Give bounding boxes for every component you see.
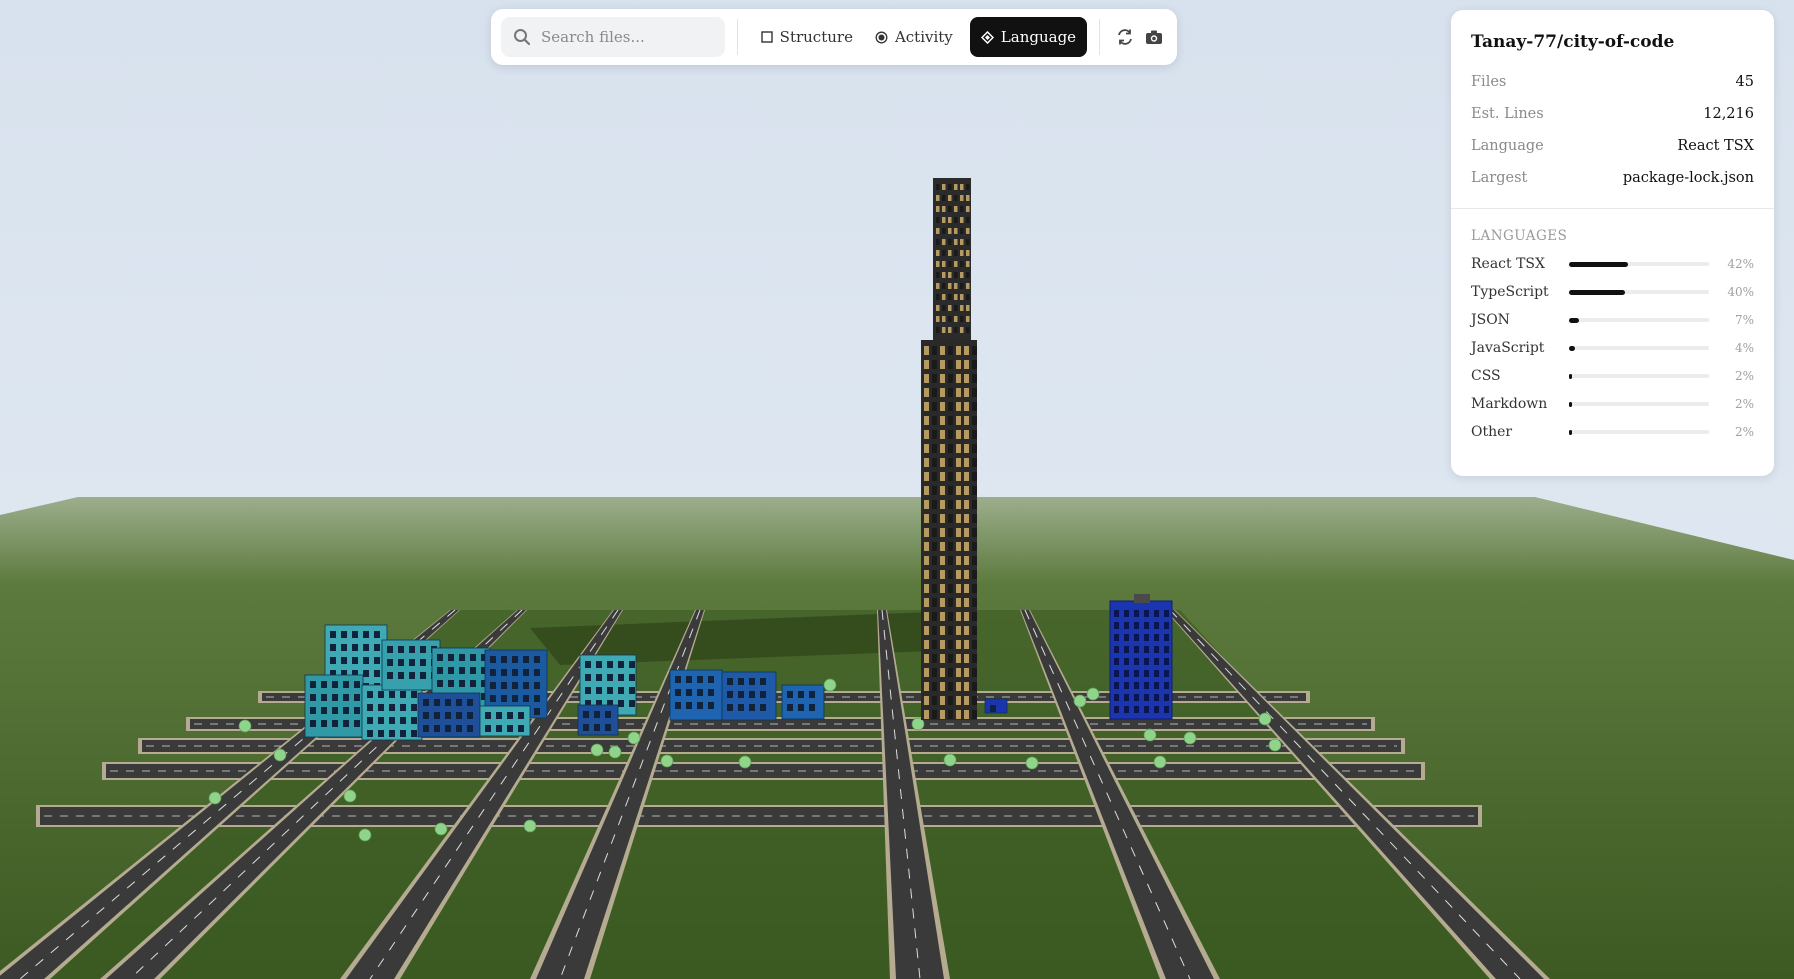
language-percent: 42% [1727, 257, 1754, 271]
language-name: React TSX [1471, 256, 1545, 272]
refresh-button[interactable] [1112, 17, 1138, 57]
code-building [381, 639, 441, 691]
toolbar-divider [737, 19, 738, 55]
stat-value: 45 [1735, 74, 1754, 90]
language-percent: 2% [1734, 397, 1754, 411]
language-bar-track [1569, 289, 1709, 295]
camera-icon [1146, 30, 1163, 44]
language-row: Markdown 2% [1471, 390, 1754, 418]
refresh-icon [1117, 29, 1132, 45]
code-building [479, 705, 531, 737]
language-bar-fill [1569, 345, 1575, 351]
code-building [781, 684, 825, 720]
code-building [304, 674, 364, 738]
blue-building [1109, 594, 1173, 720]
stat-label: Files [1471, 74, 1507, 90]
repo-name: Tanay-77/city-of-code [1471, 32, 1675, 52]
stat-label: Est. Lines [1471, 106, 1544, 122]
language-row: React TSX 42% [1471, 250, 1754, 278]
diamond-icon [980, 30, 994, 44]
code-building [417, 692, 481, 738]
toolbar: Structure Activity Language [491, 9, 1177, 65]
structure-label: Structure [779, 28, 853, 46]
language-row: CSS 2% [1471, 362, 1754, 390]
language-bar-track [1569, 317, 1709, 323]
stat-label: Language [1471, 138, 1544, 154]
language-label: Language [1000, 28, 1077, 46]
language-bar-track [1569, 373, 1709, 379]
stat-value: package-lock.json [1622, 170, 1754, 186]
search-input[interactable] [539, 27, 713, 47]
code-building [577, 704, 619, 736]
activity-label: Activity [894, 28, 953, 46]
search-icon [514, 29, 531, 46]
language-name: Markdown [1471, 396, 1548, 412]
radio-icon [875, 31, 888, 44]
toolbar-divider [1099, 19, 1100, 55]
stat-row: Est. Lines 12,216 [1471, 98, 1754, 130]
language-name: JSON [1471, 312, 1510, 328]
square-icon [760, 31, 773, 43]
language-row: JSON 7% [1471, 306, 1754, 334]
language-bar-fill [1569, 373, 1572, 379]
stat-value: React TSX [1677, 138, 1754, 154]
language-row: TypeScript 40% [1471, 278, 1754, 306]
activity-mode-button[interactable]: Activity [864, 17, 964, 57]
stat-label: Largest [1471, 170, 1528, 186]
language-bar-track [1569, 401, 1709, 407]
search-box[interactable] [501, 17, 725, 57]
panel-divider [1451, 208, 1774, 209]
language-name: CSS [1471, 368, 1501, 384]
stat-row: Language React TSX [1471, 130, 1754, 162]
language-bar-fill [1569, 289, 1625, 295]
language-percent: 7% [1734, 313, 1754, 327]
code-building [984, 698, 1008, 714]
code-building [721, 671, 777, 721]
language-percent: 2% [1734, 425, 1754, 439]
language-percent: 40% [1727, 285, 1754, 299]
language-bar-fill [1569, 429, 1572, 435]
code-building [669, 669, 723, 721]
language-mode-button[interactable]: Language [969, 17, 1088, 57]
language-bar-fill [1569, 261, 1628, 267]
language-bar-track [1569, 261, 1709, 267]
structure-mode-button[interactable]: Structure [750, 17, 864, 57]
language-name: TypeScript [1471, 284, 1549, 300]
language-bar-fill [1569, 317, 1579, 323]
stat-value: 12,216 [1703, 106, 1754, 122]
language-name: Other [1471, 424, 1513, 440]
stat-row: Largest package-lock.json [1471, 162, 1754, 194]
language-row: Other 2% [1471, 418, 1754, 446]
stat-row: Files 45 [1471, 66, 1754, 98]
language-bar-track [1569, 429, 1709, 435]
language-name: JavaScript [1471, 340, 1545, 356]
language-bar-track [1569, 345, 1709, 351]
language-percent: 2% [1734, 369, 1754, 383]
screenshot-button[interactable] [1141, 17, 1167, 57]
code-building [361, 684, 423, 741]
language-percent: 4% [1734, 341, 1754, 355]
repo-stats-panel: Tanay-77/city-of-code Files 45 Est. Lines 1… [1451, 10, 1774, 476]
languages-title: LANGUAGES [1471, 228, 1568, 244]
language-row: JavaScript 4% [1471, 334, 1754, 362]
language-bar-fill [1569, 401, 1572, 407]
